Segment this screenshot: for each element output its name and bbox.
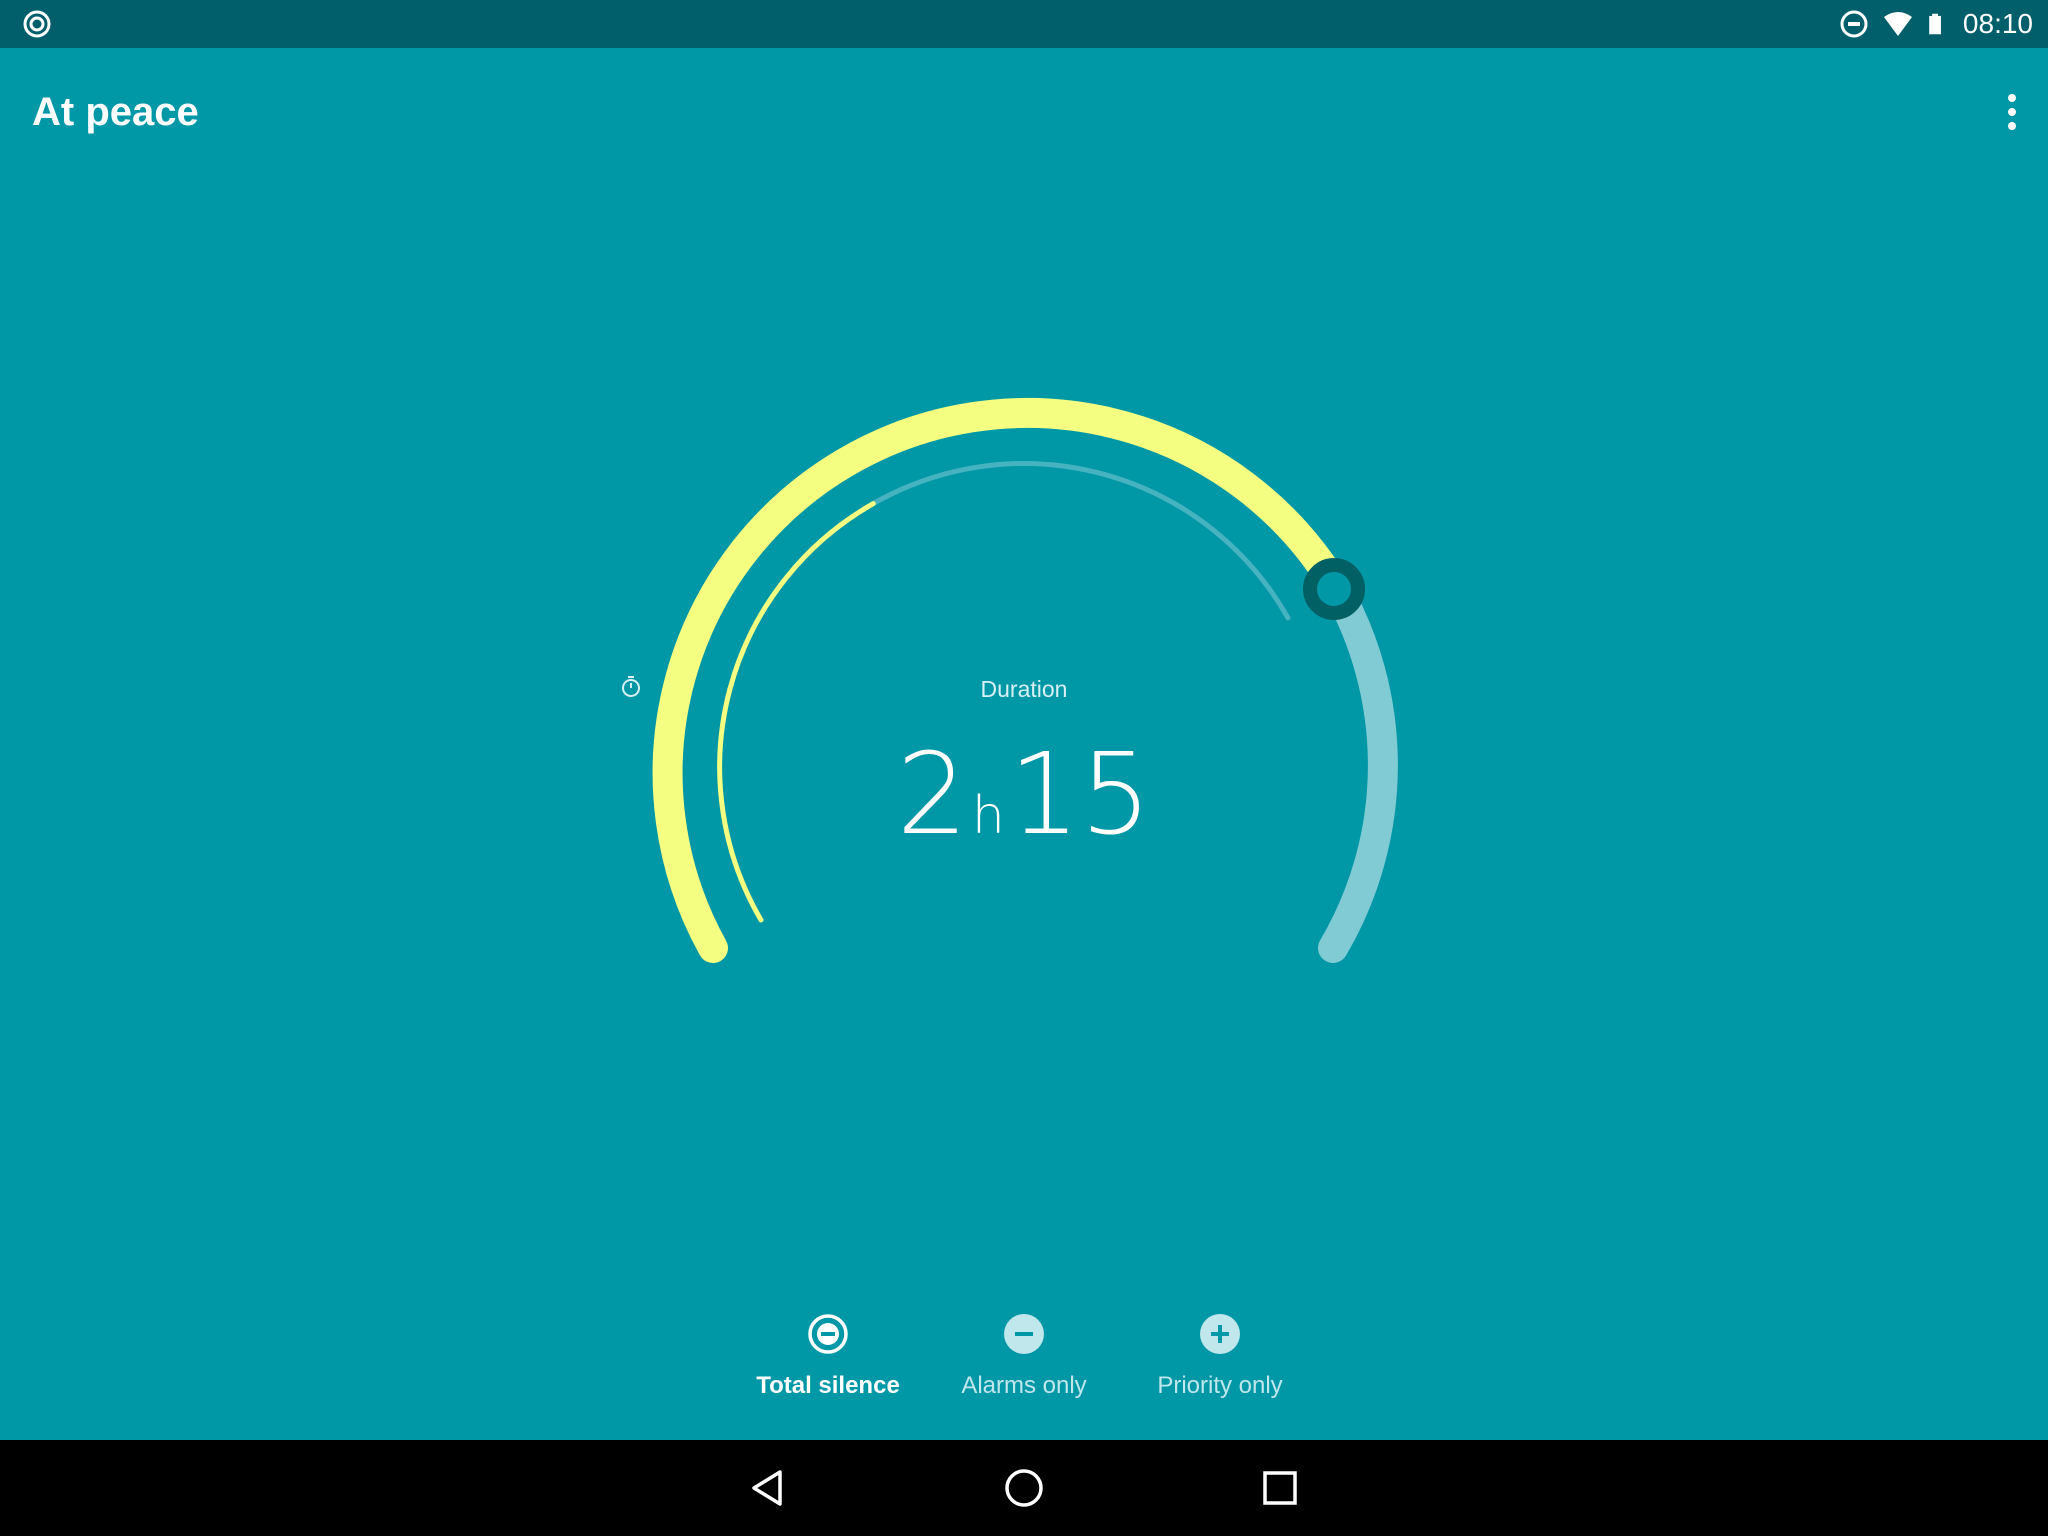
notification-ring-icon: [23, 10, 51, 38]
back-icon: [752, 1470, 782, 1506]
overflow-menu-icon: [2008, 94, 2016, 130]
dnd-icon: [1840, 10, 1868, 38]
duration-value: 2h15: [620, 730, 1428, 860]
mode-selector: Total silence Alarms only Priority only: [728, 1300, 1320, 1420]
mode-label-total-silence: Total silence: [756, 1372, 900, 1399]
status-bar: 08:10: [0, 0, 2048, 48]
battery-icon: [1929, 13, 1941, 35]
navigation-bar: [0, 1440, 2048, 1536]
back-button[interactable]: [740, 1460, 796, 1516]
overflow-menu-button[interactable]: [1988, 84, 2036, 140]
duration-label-text: Duration: [980, 676, 1068, 702]
home-icon: [1005, 1469, 1043, 1507]
duration-hours: 2: [896, 730, 968, 860]
duration-label: Duration: [620, 676, 1428, 703]
status-icons: 08:10: [1839, 0, 2048, 48]
status-time: 08:10: [1962, 8, 2033, 39]
home-button[interactable]: [996, 1460, 1052, 1516]
mode-alarms-only[interactable]: Alarms only: [924, 1300, 1124, 1400]
timer-icon: [622, 676, 640, 697]
recents-button[interactable]: [1252, 1460, 1308, 1516]
mode-priority-only[interactable]: Priority only: [1120, 1300, 1320, 1400]
wifi-icon: [1883, 12, 1912, 36]
duration-dial[interactable]: Duration 2h15: [620, 360, 1428, 1000]
minus-circle-icon: [1004, 1314, 1044, 1354]
minus-circle-outline-icon: [808, 1314, 848, 1354]
mode-label-priority-only: Priority only: [1157, 1372, 1283, 1399]
dial-handle[interactable]: [1303, 558, 1365, 620]
recents-icon: [1263, 1471, 1297, 1505]
plus-circle-icon: [1200, 1314, 1240, 1354]
mode-total-silence[interactable]: Total silence: [728, 1300, 928, 1400]
duration-minutes: 15: [1008, 730, 1152, 860]
mode-label-alarms-only: Alarms only: [961, 1372, 1087, 1399]
page-title: At peace: [32, 90, 199, 134]
app-bar: At peace: [0, 48, 2048, 180]
duration-hours-unit: h: [971, 786, 1005, 846]
